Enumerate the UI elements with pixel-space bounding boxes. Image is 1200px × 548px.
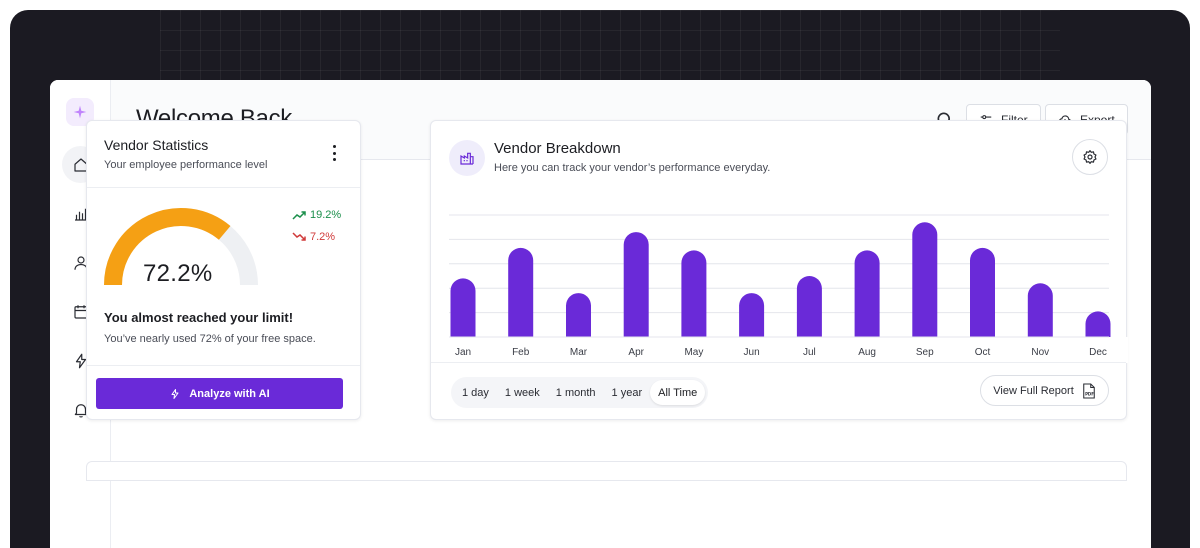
x-tick-label: Feb — [512, 347, 530, 358]
x-tick-label: Dec — [1089, 347, 1107, 358]
x-tick-label: Apr — [628, 347, 644, 358]
analyze-with-ai-button[interactable]: Analyze with AI — [96, 378, 343, 409]
next-card-edge — [86, 461, 1127, 481]
x-tick-label: Jan — [455, 347, 471, 358]
x-tick-label: Sep — [916, 347, 934, 358]
bar-feb[interactable] — [508, 247, 534, 349]
range-1-day[interactable]: 1 day — [454, 380, 497, 405]
bolt-icon — [171, 388, 179, 399]
axis-area — [431, 337, 1128, 363]
limit-heading: You almost reached your limit! — [104, 310, 294, 325]
vendor-statistics-title: Vendor Statistics — [104, 137, 209, 153]
settings-icon[interactable] — [1072, 139, 1108, 175]
range-1-month[interactable]: 1 month — [548, 380, 604, 405]
limit-message: You’ve nearly used 72% of your free spac… — [104, 333, 316, 345]
range-1-year[interactable]: 1 year — [604, 380, 651, 405]
divider — [431, 362, 1126, 363]
view-full-report-button[interactable]: View Full Report PDF — [980, 375, 1109, 406]
trend-down: 7.2% — [292, 231, 335, 243]
divider — [87, 365, 360, 366]
range-1-week[interactable]: 1 week — [497, 380, 548, 405]
trend-down-icon — [292, 232, 306, 241]
pdf-icon: PDF — [1082, 382, 1095, 399]
x-tick-label: Nov — [1031, 347, 1049, 358]
bar-may[interactable] — [681, 250, 707, 349]
analyze-with-ai-label: Analyze with AI — [189, 387, 270, 400]
view-full-report-label: View Full Report — [993, 384, 1074, 397]
trend-up-icon — [292, 211, 306, 220]
grid-decoration — [160, 10, 1060, 90]
x-tick-label: Oct — [975, 347, 991, 358]
x-tick-label: Aug — [858, 347, 876, 358]
vendor-breakdown-card: Vendor Breakdown Here you can track your… — [430, 120, 1128, 420]
time-range-selector: 1 day 1 week 1 month 1 year All Time — [451, 377, 709, 408]
x-tick-label: Jul — [803, 347, 816, 358]
bar-sep[interactable] — [912, 222, 938, 349]
x-tick-label: May — [684, 347, 703, 358]
divider — [87, 187, 360, 188]
vendor-breakdown-subtitle: Here you can track your vendor’s perform… — [494, 162, 771, 174]
factory-icon — [449, 140, 485, 176]
bar-oct[interactable] — [970, 247, 995, 349]
vendor-statistics-subtitle: Your employee performance level — [104, 159, 268, 171]
bar-apr[interactable] — [623, 232, 649, 349]
trend-up-value: 19.2% — [310, 209, 342, 221]
x-tick-label: Jun — [744, 347, 760, 358]
range-all-time[interactable]: All Time — [650, 380, 706, 405]
trend-down-value: 7.2% — [310, 231, 336, 243]
trend-up: 19.2% — [292, 209, 341, 221]
vendor-statistics-card: Vendor Statistics Your employee performa… — [86, 120, 361, 420]
vendor-bar-chart: Jan Feb Mar Apr May Jun Jul Aug Sep Oct Nov Dec — [431, 214, 1128, 363]
page-background: Welcome Back Filter Export Vendor Statis… — [0, 0, 1200, 548]
svg-text:PDF: PDF — [1085, 391, 1094, 396]
x-tick-label: Mar — [570, 347, 588, 358]
more-options-icon[interactable] — [331, 145, 337, 161]
bar-aug[interactable] — [854, 250, 880, 349]
gauge-value: 72.2% — [143, 260, 213, 287]
vendor-breakdown-title: Vendor Breakdown — [494, 140, 621, 157]
